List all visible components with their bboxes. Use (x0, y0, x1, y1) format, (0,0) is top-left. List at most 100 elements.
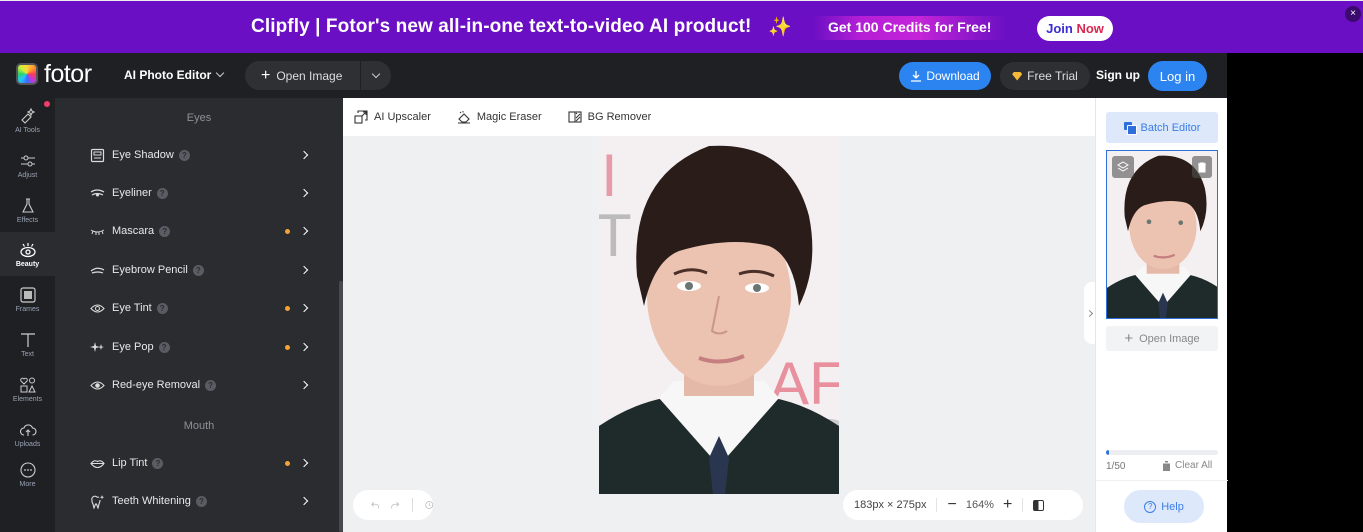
zoom-level[interactable]: 164% (966, 499, 994, 511)
rail-item-beauty[interactable]: Beauty (0, 232, 55, 276)
usage-fill (1106, 450, 1110, 455)
help-icon[interactable]: ? (152, 457, 164, 469)
batch-editor-label: Batch Editor (1140, 121, 1201, 134)
log-in-button[interactable]: Log in (1148, 61, 1207, 91)
bg-remover-button[interactable]: BG Remover (568, 110, 651, 124)
rail-item-more[interactable]: More (0, 452, 55, 496)
tool-lip-tint[interactable]: Lip Tint? (55, 448, 335, 478)
help-icon[interactable]: ? (156, 302, 168, 314)
ai-upscaler-button[interactable]: AI Upscaler (354, 110, 431, 124)
adjust-icon (20, 155, 35, 166)
more-icon (19, 461, 36, 478)
eraser-icon (457, 111, 470, 124)
rail-label: More (19, 480, 36, 488)
zoom-in-button[interactable]: + (1003, 496, 1012, 514)
tool-red-eye-removal[interactable]: Red-eye Removal? (55, 370, 335, 400)
help-icon[interactable]: ? (159, 225, 171, 237)
chevron-right-icon (299, 226, 309, 236)
compare-icon[interactable] (1033, 499, 1045, 511)
logo-text: fotor (44, 60, 92, 88)
layers-icon[interactable] (1112, 156, 1134, 178)
close-icon[interactable]: × (1345, 6, 1361, 22)
rail-item-adjust[interactable]: Adjust (0, 143, 55, 187)
chevron-right-icon (299, 380, 309, 390)
help-button[interactable]: ? Help (1124, 490, 1204, 523)
svg-text:T: T (599, 202, 632, 269)
left-rail: AI Tools Adjust Effects Beauty Frames Te… (0, 98, 55, 532)
rail-item-uploads[interactable]: Uploads (0, 412, 55, 456)
add-open-image-button[interactable]: + Open Image (1106, 326, 1218, 351)
join-label: Join (1046, 21, 1073, 36)
rail-item-ai-tools[interactable]: AI Tools (0, 98, 55, 142)
beauty-icon (19, 242, 36, 257)
tool-eye-tint[interactable]: Eye Tint? (55, 293, 335, 323)
open-image-group: + Open Image (245, 61, 391, 90)
tool-eyeliner[interactable]: Eyeliner? (55, 178, 335, 208)
section-title-eyes: Eyes (186, 112, 212, 124)
help-icon[interactable]: ? (178, 149, 190, 161)
help-icon[interactable]: ? (205, 379, 217, 391)
section-title-mouth: Mouth (183, 420, 215, 432)
help-icon[interactable]: ? (192, 264, 204, 276)
download-button[interactable]: Download (899, 62, 991, 90)
open-image-dropdown[interactable] (361, 61, 391, 90)
undo-icon[interactable] (371, 499, 380, 511)
batch-icon (1123, 122, 1137, 135)
chevron-right-icon (299, 188, 309, 198)
tool-eye-shadow[interactable]: Eye Shadow? (55, 140, 335, 170)
now-label: Now (1076, 21, 1104, 36)
fotor-logo[interactable]: fotor (16, 60, 92, 88)
edited-photo[interactable]: I T AF ES (599, 136, 839, 494)
trash-icon[interactable] (1192, 156, 1212, 178)
batch-editor-button[interactable]: Batch Editor (1106, 112, 1218, 143)
magic-eraser-button[interactable]: Magic Eraser (457, 110, 542, 124)
free-trial-button[interactable]: Free Trial (1000, 62, 1090, 90)
credits-promo: Get 100 Credits for Free! (812, 16, 1008, 40)
editor-mode-select[interactable]: AI Photo Editor (124, 68, 225, 82)
beauty-panel: Eyes Eye Shadow? Eyeliner? Mascara? Eyeb… (55, 98, 343, 532)
help-icon[interactable]: ? (156, 187, 168, 199)
chevron-down-icon (371, 69, 381, 78)
divider (411, 498, 413, 512)
rail-item-text[interactable]: Text (0, 322, 55, 366)
teeth-whitening-icon (89, 493, 105, 509)
sign-up-link[interactable]: Sign up (1096, 68, 1140, 82)
pro-badge-dot (285, 305, 290, 311)
tool-mascara[interactable]: Mascara? (55, 216, 335, 246)
portrait-image: I T AF ES (599, 136, 839, 494)
batch-usage-bar (1106, 450, 1218, 455)
tool-label: Eye Tint (112, 302, 152, 314)
redo-icon[interactable] (391, 499, 400, 511)
tool-label: Teeth Whitening (112, 495, 191, 507)
banner-title: Clipfly | Fotor's new all-in-one text-to… (251, 16, 752, 37)
history-icon[interactable] (424, 499, 433, 511)
open-image-button[interactable]: + Open Image (245, 61, 361, 90)
rail-item-elements[interactable]: Elements (0, 367, 55, 411)
app-root: Clipfly | Fotor's new all-in-one text-to… (0, 0, 1363, 532)
tool-label: Red-eye Removal (112, 379, 201, 391)
logo-mark-icon (16, 63, 38, 85)
tool-teeth-whitening[interactable]: Teeth Whitening? (55, 486, 335, 516)
text-icon (20, 332, 35, 347)
rail-item-effects[interactable]: Effects (0, 188, 55, 232)
help-icon[interactable]: ? (195, 495, 207, 507)
promo-banner: Clipfly | Fotor's new all-in-one text-to… (0, 0, 1363, 53)
join-now-button[interactable]: Join Now (1037, 16, 1113, 41)
image-thumbnail[interactable] (1106, 150, 1218, 319)
help-icon[interactable]: ? (158, 341, 170, 353)
chevron-right-icon (1085, 309, 1093, 317)
rail-label: Text (21, 350, 34, 358)
eyebrow-pencil-icon (89, 262, 105, 278)
divider (936, 498, 938, 512)
clear-all-button[interactable]: Clear All (1162, 460, 1212, 471)
pro-badge-dot (285, 228, 290, 234)
rail-item-frames[interactable]: Frames (0, 277, 55, 321)
chevron-right-icon (299, 265, 309, 275)
eye-tint-icon (89, 300, 105, 316)
tool-eye-pop[interactable]: Eye Pop? (55, 332, 335, 362)
zoom-out-button[interactable]: − (947, 496, 956, 514)
rail-label: Frames (15, 305, 40, 313)
open-image-label: Open Image (1139, 332, 1200, 345)
tool-eyebrow-pencil[interactable]: Eyebrow Pencil? (55, 255, 335, 285)
red-eye-removal-icon (89, 377, 105, 393)
